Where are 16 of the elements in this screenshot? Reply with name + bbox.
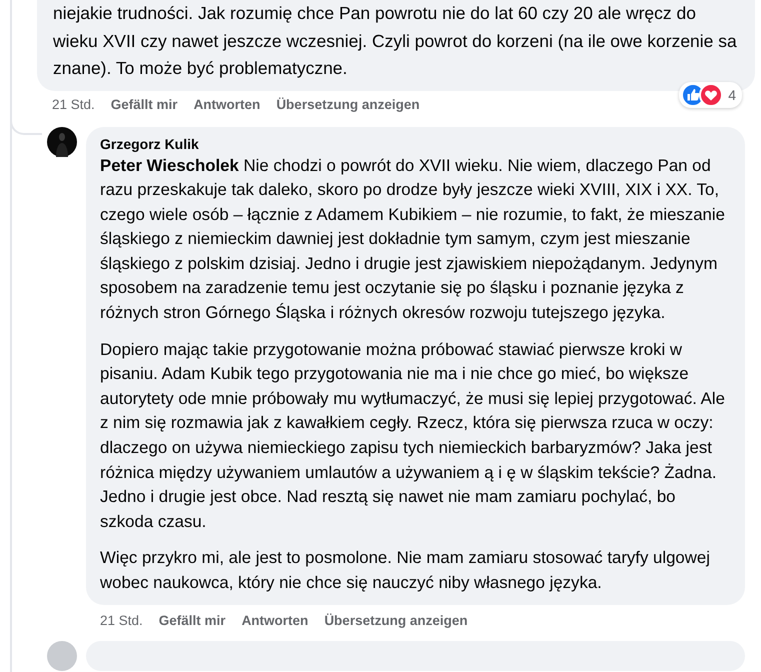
comment-time[interactable]: 21 Std. <box>52 97 95 112</box>
reply-paragraph: Dopiero mając takie przygotowanie można próbować stawiać pierwsze kroki w pisaniu. Adam Kubik tego przygotowania nie ma i nie chce go mieć, bo większe autorytety ode mnie próbowały mu wytłumaczyć, że musi się lepiej przygotować. Ale z nim się rozmawia jak z kawałkiem cegły. Rzecz, która się pierwsza rzuca w oczy: dlaczego on używa niemieckiego zapisu tych niemieckich barbaryzmów? Jaka jest różnica między używaniem umlautów a używaniem ą i ę w śląskim tekście? Żadna. Jedno i drugie jest obce. Nad resztą się nawet nie mam zamiaru pochylać, bo szkoda czasu. <box>100 338 726 533</box>
comment-action-link[interactable]: Übersetzung anzeigen <box>276 97 420 112</box>
comment-action-link[interactable]: Antworten <box>242 613 308 628</box>
reply-paragraph: Peter Wiescholek Nie chodzi o powrót do XVII wieku. Nie wiem, dlaczego Pan od razu przeskakuje tak daleko, skoro po drodze były jeszcze wieki XVIII, XIX i XX. To, czego wiele osób – łącznie z Adamem Kubikiem – nie rozumie, to fakt, że mieszanie śląskiego z niemieckim dawniej jest dokładnie tym samym, czym jest mieszanie śląskiego z polskim dzisiaj. Jedno i drugie jest zjawiskiem niepożądanym. Jedynym sposobem na zaradzenie temu jest oczytanie się po śląsku i poznanie języka z różnych stron Górnego Śląska i różnych okresów rozwoju tutejszego języka. <box>100 154 726 324</box>
reaction-summary[interactable]: 4 <box>679 82 742 108</box>
comment-action-link[interactable]: Antworten <box>194 97 260 112</box>
comment-text: niejakie trudności. Jak rozumię chce Pan powrotu nie do lat 60 czy 20 ale wręcz do wieku XVII czy nawet jeszcze wczesniej. Czyli powrot do korzeni (na ile owe korzenie sa znane). To może być problematyczne. <box>53 2 738 80</box>
comment-action-link[interactable]: Gefällt mir <box>158 613 226 628</box>
comment-time[interactable]: 21 Std. <box>100 613 143 628</box>
avatar-icon[interactable] <box>47 126 77 156</box>
reaction-count: 4 <box>728 86 736 102</box>
author-name[interactable]: Grzegorz Kulik <box>100 136 733 152</box>
comment-action-link[interactable]: Übersetzung anzeigen <box>324 613 468 628</box>
reply-paragraph: Więc przykro mi, ale jest to posmolone. Nie mam zamiaru stosować taryfy ulgowej wobec naukowca, który nie chce się nauczyć niby własnego języka. <box>100 547 711 594</box>
comment-action-link[interactable]: Gefällt mir <box>110 97 178 112</box>
